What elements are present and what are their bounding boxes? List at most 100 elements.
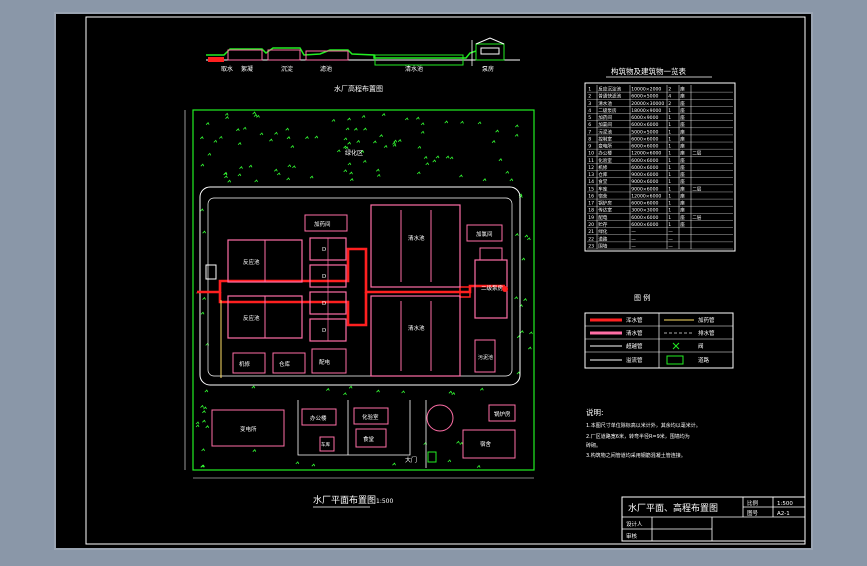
- table-cell-9-0: 10: [588, 151, 594, 157]
- table-cell-21-1: 道路: [598, 235, 608, 242]
- legend-label-1-0: 清水管: [626, 329, 643, 337]
- sheet-value: A2-1: [777, 511, 790, 517]
- ratio-label: 比例: [747, 499, 759, 507]
- table-cell-10-1: 化验室: [598, 157, 612, 164]
- canteen-label: 食堂: [363, 435, 375, 443]
- table-cell-20-2: —: [631, 230, 636, 235]
- lab-label: 化验室: [362, 413, 379, 421]
- outlet-valve: [502, 286, 508, 292]
- filter-label-4: D: [322, 328, 326, 334]
- table-cell-8-4: 座: [680, 143, 685, 150]
- profile-label-0: 取水: [221, 65, 233, 73]
- profile-intake: [208, 57, 224, 62]
- clearwell-label-2: 清水池: [408, 324, 425, 332]
- table-cell-0-1: 反应沉淀池: [598, 86, 621, 93]
- profile-label-1: 絮凝: [241, 65, 253, 73]
- filter-label-1: D: [322, 247, 326, 253]
- filter-label-2: D: [322, 274, 326, 280]
- table-cell-7-2: 6000×6000: [631, 136, 658, 142]
- legend-title: 图 例: [634, 293, 650, 302]
- table-cell-19-1: 贮存: [598, 221, 608, 228]
- table-cell-7-4: 座: [680, 135, 685, 142]
- garage-label: 车库: [321, 441, 330, 448]
- table-cell-9-3: 1: [668, 151, 671, 157]
- designer-label: 设计人: [626, 520, 643, 528]
- table-cell-0-0: 1: [588, 87, 591, 93]
- table-cell-10-2: 6000×6000: [631, 158, 658, 164]
- table-cell-0-2: 10000×2000: [631, 87, 661, 93]
- warehouse-label: 仓库: [279, 360, 291, 368]
- drawing-viewport: 取水 絮凝 沉淀 滤池 清水池 泵房 水厂高程布置图 绿化区 反应池 反应池 D…: [0, 0, 867, 562]
- table-cell-9-1: 办公楼: [598, 150, 612, 157]
- table-cell-15-1: 宿舍: [598, 192, 608, 199]
- notes-line-3: 3.构筑物之间管道均采用钢筋混凝土管连接。: [586, 452, 686, 459]
- pump-house-label: 二级泵房: [481, 284, 504, 292]
- table-cell-18-0: 19: [588, 215, 594, 221]
- table-cell-18-2: 6000×6000: [631, 215, 658, 221]
- table-cell-1-3: 4: [668, 94, 671, 100]
- table-cell-13-0: 14: [588, 179, 594, 185]
- table-cell-10-0: 11: [588, 158, 594, 164]
- profile-caption: 水厂高程布置图: [334, 84, 383, 93]
- table-cell-4-4: 座: [680, 114, 685, 121]
- table-cell-2-1: 清水池: [598, 100, 612, 107]
- table-cell-22-0: 23: [588, 243, 594, 249]
- table-cell-22-3: —: [668, 244, 673, 249]
- table-cell-6-3: 1: [668, 129, 671, 135]
- table-cell-15-4: 座: [680, 192, 685, 199]
- table-cell-14-1: 车库: [598, 185, 608, 192]
- table-cell-8-3: 1: [668, 144, 671, 150]
- table-cell-13-4: 座: [680, 178, 685, 185]
- table-cell-3-4: 座: [680, 107, 685, 114]
- table-cell-10-4: 座: [680, 157, 685, 164]
- dormitory-label: 宿舍: [480, 440, 492, 448]
- table-cell-9-4: 座: [680, 150, 685, 157]
- floc-tank-label-2: 反应池: [243, 314, 260, 322]
- table-cell-1-4: 座: [680, 93, 685, 100]
- table-cell-15-3: 1: [668, 193, 671, 199]
- table-cell-14-4: 座: [680, 185, 685, 192]
- ratio-value: 1:500: [777, 501, 793, 507]
- table-cell-12-1: 仓库: [598, 171, 608, 178]
- table-cell-0-4: 座: [680, 86, 685, 93]
- boiler-label: 锅炉房: [494, 410, 511, 418]
- dosing-house-label: 加药间: [314, 220, 331, 228]
- floc-tank-label-1: 反应池: [243, 258, 260, 266]
- table-cell-5-2: 6000×6000: [631, 122, 658, 128]
- drawing-title: 水厂平面、高程布置图: [628, 502, 718, 514]
- table-cell-17-4: 座: [680, 207, 685, 214]
- table-cell-8-0: 9: [588, 144, 591, 150]
- profile-label-2: 沉淀: [281, 65, 293, 73]
- legend-label-3-1: 道路: [698, 356, 710, 364]
- table-cell-18-1: 配电: [598, 214, 608, 221]
- table-cell-3-1: 二级泵房: [598, 107, 617, 114]
- table-cell-3-2: 18000×9000: [631, 108, 661, 114]
- table-cell-14-2: 9000×6000: [631, 186, 658, 192]
- table-cell-19-0: 20: [588, 222, 594, 228]
- legend-label-2-1: 阀: [698, 342, 704, 350]
- plan-subtitle: 1:500: [376, 498, 393, 505]
- sheet-label: 图号: [747, 509, 759, 517]
- table-cell-20-3: —: [668, 230, 673, 235]
- notes-line-2: 砖砌。: [586, 442, 601, 449]
- table-cell-21-2: —: [631, 237, 636, 242]
- profile-label-5: 泵房: [482, 65, 494, 73]
- table-cell-1-0: 2: [588, 94, 591, 100]
- table-cell-16-2: 6000×6000: [631, 201, 658, 207]
- legend-label-0-1: 加药管: [698, 316, 715, 324]
- table-cell-6-0: 7: [588, 129, 591, 135]
- table-cell-11-1: 机修: [598, 164, 608, 171]
- table-cell-4-3: 1: [668, 115, 671, 121]
- table-cell-9-2: 12000×6000: [631, 151, 661, 157]
- table-cell-3-0: 4: [588, 108, 591, 114]
- notes-title: 说明:: [586, 407, 604, 417]
- table-cell-9-5: 二层: [692, 151, 702, 157]
- table-cell-20-0: 21: [588, 229, 594, 235]
- table-cell-21-0: 22: [588, 236, 594, 242]
- table-cell-5-0: 6: [588, 122, 591, 128]
- legend-label-1-1: 排水管: [698, 329, 715, 337]
- table-title: 构筑物及建筑物一览表: [611, 66, 686, 76]
- clearwell-label-1: 清水池: [408, 234, 425, 242]
- table-cell-16-0: 17: [588, 201, 594, 207]
- table-cell-7-0: 8: [588, 136, 591, 142]
